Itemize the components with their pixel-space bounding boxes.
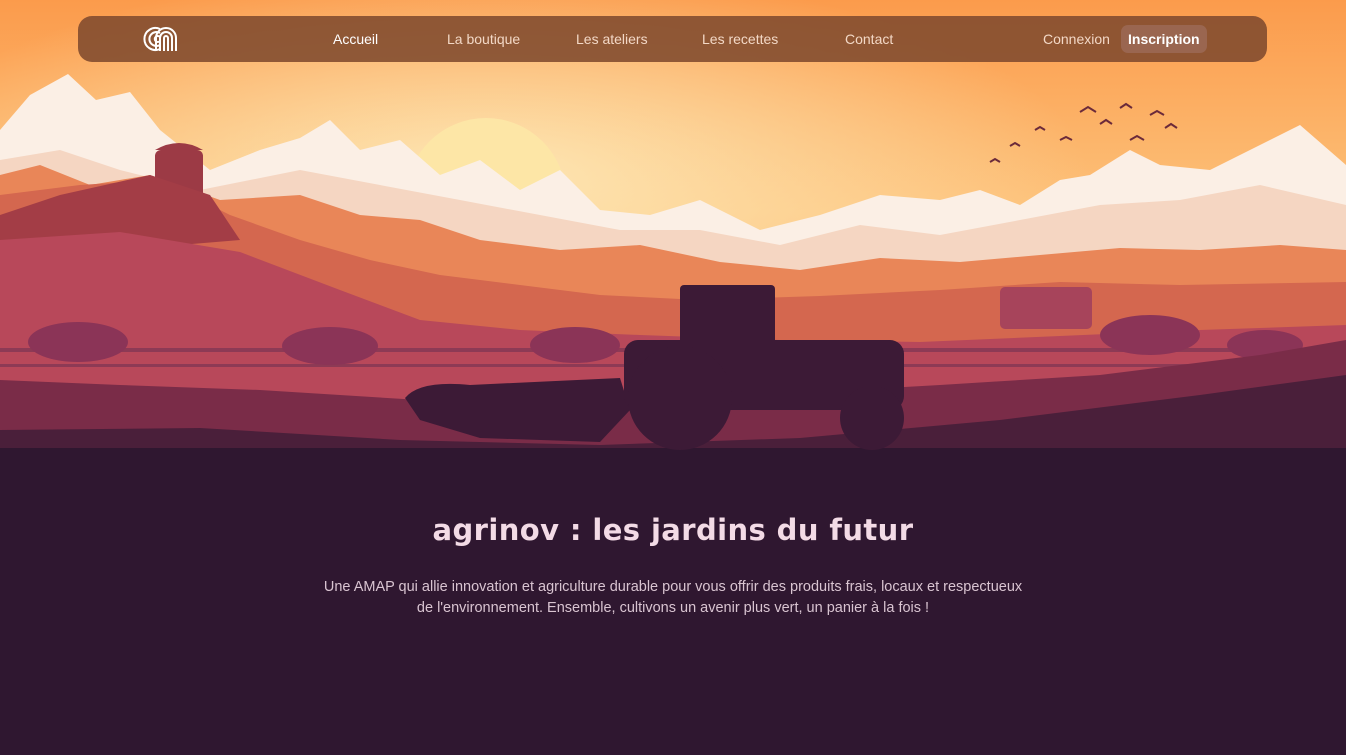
page-title: agrinov : les jardins du futur (432, 513, 914, 547)
hero-illustration (0, 0, 1346, 470)
nav-link-recettes[interactable]: Les recettes (702, 31, 778, 47)
page-description: Une AMAP qui allie innovation et agricul… (323, 579, 1023, 616)
top-nav: Accueil La boutique Les ateliers Les rec… (78, 16, 1267, 62)
nav-link-ateliers[interactable]: Les ateliers (576, 31, 648, 47)
agrinov-logo-icon[interactable] (138, 24, 186, 54)
nav-link-boutique[interactable]: La boutique (447, 31, 520, 47)
harvester-shape (1000, 287, 1092, 329)
nav-link-contact[interactable]: Contact (845, 31, 893, 47)
login-link[interactable]: Connexion (1043, 31, 1110, 47)
signup-button[interactable]: Inscription (1121, 25, 1207, 53)
nav-link-accueil[interactable]: Accueil (333, 31, 378, 47)
